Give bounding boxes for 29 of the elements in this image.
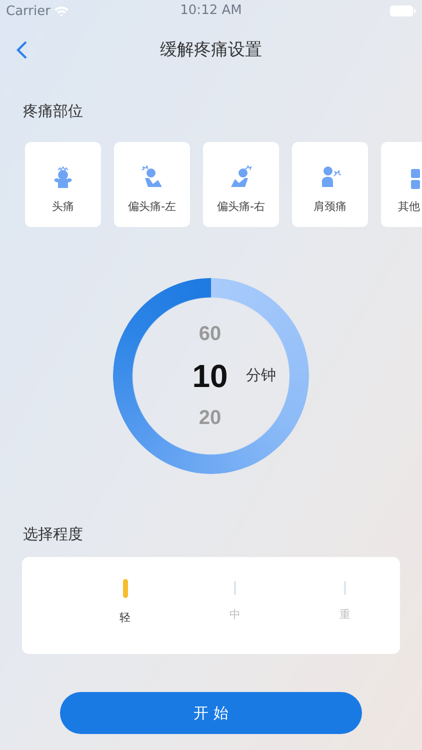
level-tick[interactable] <box>344 581 346 595</box>
page-title: 缓解疼痛设置 <box>160 39 262 61</box>
back-icon <box>16 40 28 60</box>
battery-icon <box>390 5 416 17</box>
pain-area-card[interactable]: 肩颈痛 <box>292 142 368 227</box>
pain-area-label: 偏头痛-右 <box>217 199 265 214</box>
head-pain-icon <box>140 165 164 189</box>
section-heading: 疼痛部位 <box>23 102 83 121</box>
head-pain-icon <box>52 165 74 189</box>
carrier-label: Carrier <box>6 4 50 18</box>
pain-area-card[interactable]: 偏头痛-左 <box>114 142 190 227</box>
pain-area-label: 肩颈痛 <box>314 199 346 214</box>
level-label[interactable]: 轻 <box>120 610 130 625</box>
status-time: 10:12 AM <box>180 3 242 18</box>
pain-area-label: 其他 <box>398 199 420 214</box>
unit-label: 分钟 <box>246 366 276 385</box>
head-pain-icon <box>229 165 253 189</box>
level-tick[interactable] <box>234 581 236 595</box>
wifi-icon <box>54 6 70 16</box>
section-heading: 选择程度 <box>23 525 83 544</box>
pain-area-card[interactable]: 偏头痛-右 <box>203 142 279 227</box>
level-tick[interactable] <box>122 579 128 598</box>
minute-value: 10 <box>192 359 228 393</box>
pain-area-label: 头痛 <box>52 199 74 214</box>
start-button[interactable]: 开 始 <box>60 692 362 734</box>
pain-area-label: 偏头痛-左 <box>128 199 176 214</box>
pain-area-card[interactable]: 其他 <box>381 142 422 227</box>
neck-pain-icon <box>319 165 341 189</box>
pain-area-card[interactable]: 头痛 <box>25 142 101 227</box>
